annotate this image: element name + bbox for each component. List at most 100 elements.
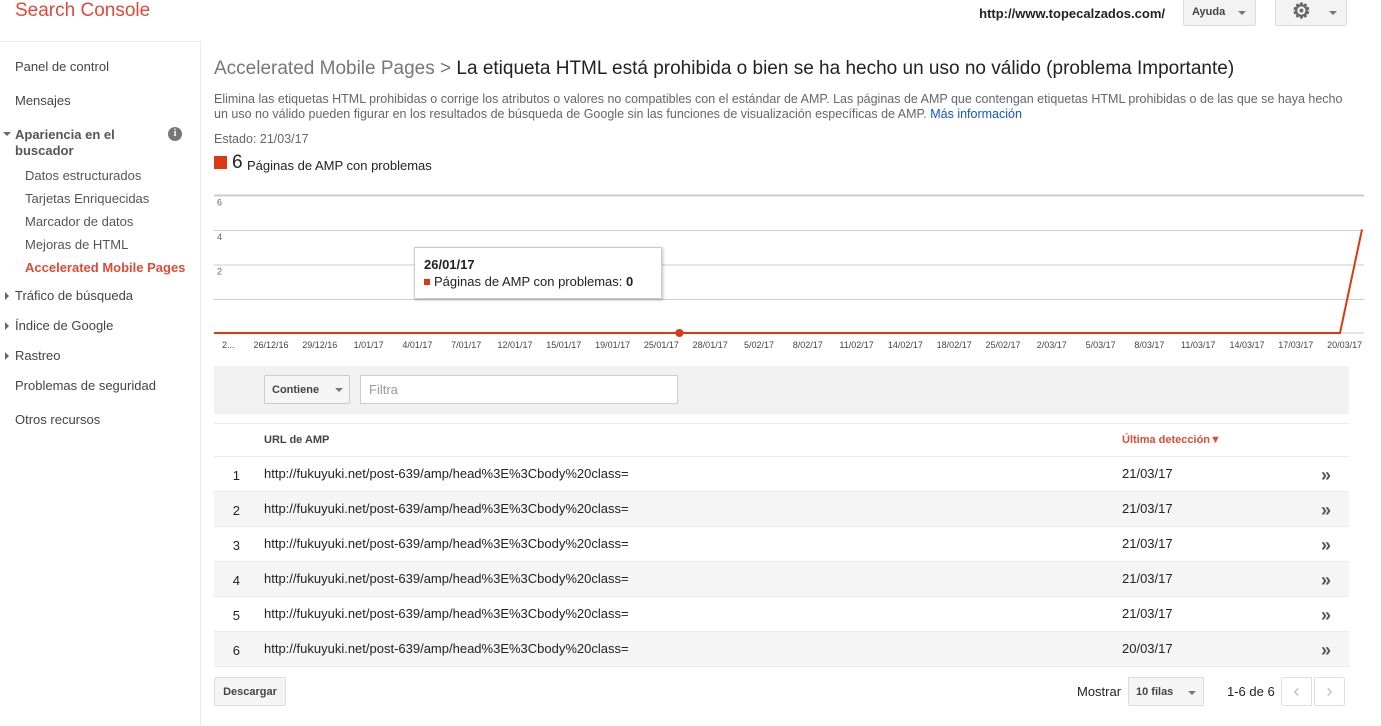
row-url[interactable]: http://fukuyuki.net/post-639/amp/head%3E… xyxy=(264,641,629,656)
row-url[interactable]: http://fukuyuki.net/post-639/amp/head%3E… xyxy=(264,466,629,481)
tooltip-swatch xyxy=(424,279,430,285)
series-line xyxy=(214,229,1363,334)
chevron-down-icon xyxy=(1329,11,1337,15)
table-header: URL de AMP Última detección▼ xyxy=(214,423,1349,457)
double-chevron-right-icon[interactable]: » xyxy=(1321,535,1331,556)
row-number: 6 xyxy=(232,643,240,658)
breadcrumb[interactable]: Accelerated Mobile Pages xyxy=(214,58,435,79)
expanded-triangle-icon xyxy=(3,132,11,136)
download-button[interactable]: Descargar xyxy=(214,677,286,706)
issue-title: La etiqueta HTML está prohibida o bien s… xyxy=(456,58,1235,79)
collapsed-triangle-icon xyxy=(5,352,9,360)
row-number: 3 xyxy=(232,538,240,553)
info-icon[interactable]: i xyxy=(168,127,182,141)
row-date: 21/03/17 xyxy=(1122,571,1173,586)
x-tick-label: 18/02/17 xyxy=(937,340,972,350)
more-info-link[interactable]: Más información xyxy=(930,107,1022,121)
table-body: 1 http://fukuyuki.net/post-639/amp/head%3… xyxy=(214,457,1349,667)
row-url[interactable]: http://fukuyuki.net/post-639/amp/head%3E… xyxy=(264,501,629,516)
sidebar-item-rich-cards[interactable]: Tarjetas Enriquecidas xyxy=(25,191,149,206)
status-date: Estado: 21/03/17 xyxy=(214,132,309,146)
sidebar-item-amp[interactable]: Accelerated Mobile Pages xyxy=(25,260,185,275)
table-row[interactable]: 4 http://fukuyuki.net/post-639/amp/head%3… xyxy=(214,562,1349,597)
rows-per-page-select[interactable]: 10 filas xyxy=(1128,677,1204,706)
settings-button[interactable]: ⚙ xyxy=(1275,0,1347,26)
sidebar-item-messages[interactable]: Mensajes xyxy=(15,93,71,108)
row-url[interactable]: http://fukuyuki.net/post-639/amp/head%3E… xyxy=(264,536,629,551)
filter-input[interactable] xyxy=(360,375,678,404)
row-url[interactable]: http://fukuyuki.net/post-639/amp/head%3E… xyxy=(264,571,629,586)
double-chevron-right-icon[interactable]: » xyxy=(1321,640,1331,661)
row-number: 1 xyxy=(232,468,240,483)
x-tick-label: 20/03/17 xyxy=(1327,340,1362,350)
sidebar-item-google-index[interactable]: Índice de Google xyxy=(15,318,113,333)
tooltip-series-label: Páginas de AMP con problemas: xyxy=(434,274,623,289)
tooltip-value: 0 xyxy=(626,274,634,289)
description-text: Elimina las etiquetas HTML prohibidas o … xyxy=(214,92,1343,121)
x-tick-label: 11/02/17 xyxy=(839,340,873,350)
table-row[interactable]: 5 http://fukuyuki.net/post-639/amp/head%3… xyxy=(214,597,1349,632)
row-date: 21/03/17 xyxy=(1122,536,1173,551)
y-tick-label: 2 xyxy=(217,267,222,277)
help-button[interactable]: Ayuda xyxy=(1183,0,1256,26)
amp-issues-chart[interactable]: 24682...26/12/1629/12/161/01/174/01/177/… xyxy=(214,190,1366,355)
x-tick-label: 1/01/17 xyxy=(354,340,384,350)
tooltip-label: Páginas de AMP con problemas: 0 xyxy=(434,274,633,289)
next-page-button[interactable]: › xyxy=(1314,677,1345,706)
column-header-last-detected[interactable]: Última detección▼ xyxy=(1122,434,1221,446)
x-tick-label: 2/03/17 xyxy=(1037,340,1067,350)
tooltip-date: 26/01/17 xyxy=(424,257,475,272)
chart-tooltip: 26/01/17 Páginas de AMP con problemas: 0 xyxy=(414,247,662,299)
issue-description: Elimina las etiquetas HTML prohibidas o … xyxy=(214,92,1349,122)
chevron-down-icon xyxy=(1238,11,1246,15)
filter-mode-select[interactable]: Contiene xyxy=(264,375,350,404)
site-selector[interactable]: http://www.topecalzados.com/ xyxy=(979,6,1165,21)
table-row[interactable]: 6 http://fukuyuki.net/post-639/amp/head%3… xyxy=(214,632,1349,667)
sidebar-item-security[interactable]: Problemas de seguridad xyxy=(15,378,156,393)
filter-mode-label: Contiene xyxy=(272,384,320,396)
app-logo[interactable]: Search Console xyxy=(15,0,150,22)
sidebar-item-html-improvements[interactable]: Mejoras de HTML xyxy=(25,237,128,252)
x-tick-label: 7/01/17 xyxy=(451,340,481,350)
x-tick-label: 17/03/17 xyxy=(1278,340,1313,350)
sidebar-item-data-highlighter[interactable]: Marcador de datos xyxy=(25,214,133,229)
highlighted-point xyxy=(675,329,684,337)
x-tick-label: 19/01/17 xyxy=(595,340,630,350)
x-tick-label: 2... xyxy=(222,340,235,350)
x-tick-label: 29/12/16 xyxy=(302,340,337,350)
breadcrumb-separator: > xyxy=(440,58,452,79)
prev-page-button[interactable]: ‹ xyxy=(1281,677,1312,706)
chevron-down-icon xyxy=(335,388,343,392)
double-chevron-right-icon[interactable]: » xyxy=(1321,570,1331,591)
x-tick-label: 14/02/17 xyxy=(888,340,923,350)
x-tick-label: 4/01/17 xyxy=(402,340,432,350)
row-date: 21/03/17 xyxy=(1122,466,1173,481)
filter-bar: Contiene xyxy=(214,366,1349,414)
y-tick-label: 6 xyxy=(217,198,222,208)
row-date: 21/03/17 xyxy=(1122,606,1173,621)
row-number: 2 xyxy=(232,503,240,518)
table-row[interactable]: 2 http://fukuyuki.net/post-639/amp/head%3… xyxy=(214,492,1349,527)
row-date: 20/03/17 xyxy=(1122,641,1173,656)
sidebar-item-search-appearance[interactable]: Apariencia en el buscador xyxy=(15,127,135,159)
x-tick-label: 11/03/17 xyxy=(1181,340,1215,350)
chevron-down-icon xyxy=(1188,691,1196,695)
table-row[interactable]: 3 http://fukuyuki.net/post-639/amp/head%3… xyxy=(214,527,1349,562)
table-row[interactable]: 1 http://fukuyuki.net/post-639/amp/head%3… xyxy=(214,457,1349,492)
legend-swatch xyxy=(214,156,227,169)
double-chevron-right-icon[interactable]: » xyxy=(1321,605,1331,626)
column-header-url[interactable]: URL de AMP xyxy=(264,434,329,446)
x-tick-label: 8/03/17 xyxy=(1134,340,1164,350)
sidebar-item-structured-data[interactable]: Datos estructurados xyxy=(25,168,141,183)
row-url[interactable]: http://fukuyuki.net/post-639/amp/head%3E… xyxy=(264,606,629,621)
sidebar-item-search-traffic[interactable]: Tráfico de búsqueda xyxy=(15,288,133,303)
sidebar-item-other[interactable]: Otros recursos xyxy=(15,412,100,427)
double-chevron-right-icon[interactable]: » xyxy=(1321,500,1331,521)
collapsed-triangle-icon xyxy=(5,292,9,300)
sidebar-item-crawl[interactable]: Rastreo xyxy=(15,348,61,363)
amp-urls-table: URL de AMP Última detección▼ 1 http://fuk… xyxy=(214,423,1349,667)
x-tick-label: 15/01/17 xyxy=(546,340,581,350)
x-tick-label: 28/01/17 xyxy=(693,340,728,350)
double-chevron-right-icon[interactable]: » xyxy=(1321,465,1331,486)
sidebar-item-dashboard[interactable]: Panel de control xyxy=(15,59,109,74)
